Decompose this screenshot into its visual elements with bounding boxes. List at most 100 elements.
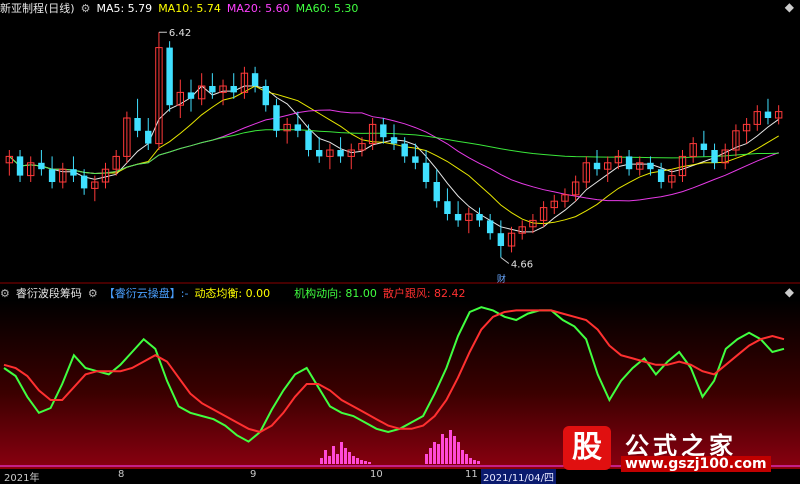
candle [390,124,398,150]
candle-body [444,201,451,214]
retail-follow-label: 散户跟风: 82.42 [382,287,466,300]
candle-body [337,150,344,157]
volume-bar [465,454,468,464]
candle [476,207,483,227]
stock-title[interactable]: 新亚制程(日线) [0,0,75,16]
volume-bar [433,442,436,464]
high-price-label: 6.42 [169,28,191,39]
candle-body [412,156,419,163]
candle-body [305,130,312,150]
candle-body [422,162,430,182]
finance-marker: 财 [497,273,506,284]
candle-body [711,150,718,163]
candle [294,111,302,138]
candle-body [273,105,280,131]
date-tick: 11 [465,469,478,480]
candle [59,162,67,189]
candle [422,150,430,189]
date-tick: 2021年 [4,473,40,484]
volume-bar [457,442,460,464]
candle [5,150,14,176]
candle [465,207,473,234]
candle [101,162,110,189]
candle [316,137,323,163]
volume-bar [445,438,448,464]
logo-badge: 股 [563,426,611,470]
candle [550,194,558,214]
candle-body [209,86,216,93]
candle-body [390,137,398,144]
candle [209,73,216,99]
candle [240,66,249,99]
candle-body [316,150,323,157]
candle-body [497,233,505,246]
candle [689,137,697,163]
candle [593,150,601,176]
candle-body [476,214,483,221]
ma10-line [8,85,779,225]
candle [347,143,355,170]
candle-body [454,214,462,221]
candle-body [166,47,173,106]
ma10-label: MA10: 5.74 [158,1,221,15]
volume-bar [368,462,371,464]
volume-bar [477,461,480,464]
date-tick: 10 [370,469,383,480]
candle-body [262,86,269,106]
candle-body [230,86,237,93]
candle [305,124,312,157]
candle [444,188,451,221]
candle-body [593,162,601,170]
settings-icon[interactable]: ⚙ [88,287,98,300]
candle [518,220,526,240]
volume-bar [356,458,359,464]
candle [176,79,185,118]
candle [16,150,24,182]
main-candlestick-chart[interactable]: 6.42 4.66 财 [0,16,800,284]
sub-chart-title[interactable]: 睿衍波段筹码 [16,285,82,301]
candle [197,73,206,106]
candle-body [294,124,302,131]
volume-bar [360,460,363,464]
candle-body [486,220,494,234]
candle [571,175,580,202]
ma20-line [8,109,779,202]
candle [91,175,99,202]
candle-body [145,130,152,144]
volume-bar [320,458,323,464]
volume-bar [461,450,464,464]
close-sub-chart-icon[interactable]: ◆ [785,285,794,299]
close-main-chart-icon[interactable]: ◆ [785,0,794,14]
candle [134,98,141,138]
candle [700,130,708,157]
volume-bar [332,446,335,464]
candle [625,150,633,176]
candle [561,188,569,208]
candle [27,156,35,182]
candle-body [48,169,56,182]
candle [262,79,269,112]
candle [603,156,612,182]
candle-body [251,73,259,86]
volume-bar [328,456,331,464]
candle [368,118,377,150]
candle [753,105,761,131]
candle [251,66,259,93]
candle-body [401,143,408,157]
volume-bar [453,436,456,464]
candle-body [433,182,440,202]
inst-direction-label: 机构动向: 81.00 [294,287,377,300]
candle-body [70,169,77,176]
settings-icon[interactable]: ⚙ [0,287,10,300]
candle [732,124,740,157]
candle [380,118,387,144]
volume-bar [469,458,472,464]
volume-bar [340,442,343,464]
watermark-logo: 股 公式之家 www.gszj100.com [555,420,800,481]
settings-icon[interactable]: ⚙ [81,2,91,15]
candle [187,79,195,112]
candle [70,156,77,182]
low-price-label: 4.66 [511,260,533,271]
candle-body [134,118,141,131]
low-pointer [500,257,510,264]
